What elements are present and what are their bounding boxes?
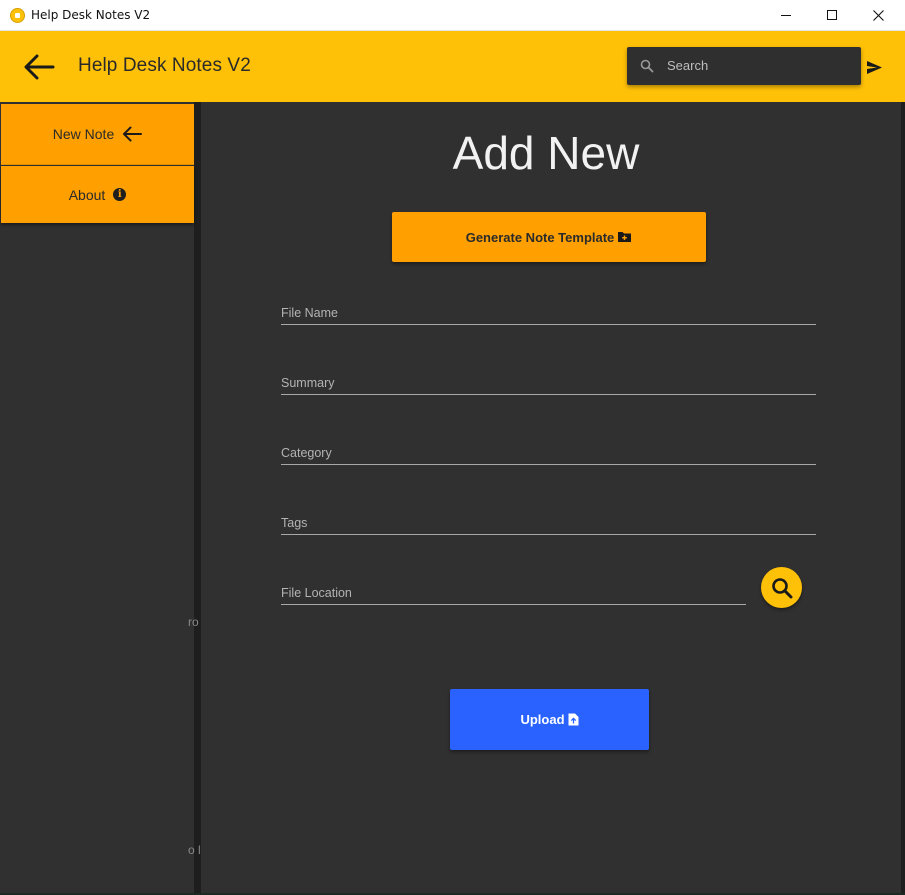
close-button[interactable] — [855, 0, 901, 30]
send-icon — [866, 60, 882, 74]
window-title: Help Desk Notes V2 — [31, 8, 151, 22]
page-title: Add New — [452, 127, 640, 179]
search-input[interactable] — [667, 55, 852, 75]
button-label: Upload — [520, 712, 565, 727]
info-icon: i — [113, 188, 127, 201]
search-box[interactable] — [627, 47, 861, 85]
category-input[interactable] — [281, 444, 816, 462]
minimize-button[interactable] — [763, 0, 809, 30]
summary-input[interactable] — [281, 374, 816, 392]
tags-input[interactable] — [281, 514, 816, 532]
folder-plus-icon — [618, 232, 632, 242]
app-header: Help Desk Notes V2 — [0, 31, 905, 102]
arrow-left-icon — [24, 54, 55, 80]
upload-button[interactable]: Upload — [450, 689, 649, 750]
sidebar-item-label: New Note — [52, 126, 115, 142]
close-icon — [872, 9, 884, 21]
file-name-input[interactable] — [281, 304, 816, 322]
background-text-fragment: ro — [188, 615, 199, 629]
background-text-fragment: o l — [188, 843, 201, 857]
sidebar-item-about[interactable]: About i — [1, 166, 194, 223]
file-name-field[interactable]: File Name — [281, 303, 816, 325]
generate-note-template-button[interactable]: Generate Note Template — [392, 212, 706, 262]
button-label: Generate Note Template — [465, 229, 615, 245]
back-button[interactable] — [20, 49, 58, 85]
tags-field[interactable]: Tags — [281, 513, 816, 535]
send-button[interactable] — [864, 58, 884, 76]
window-titlebar: Help Desk Notes V2 — [0, 0, 905, 31]
maximize-icon — [827, 10, 837, 20]
app-logo-icon — [10, 8, 25, 23]
sidebar-item-label: About — [68, 186, 106, 203]
summary-field[interactable]: Summary — [281, 373, 816, 395]
category-field[interactable]: Category — [281, 443, 816, 465]
maximize-button[interactable] — [809, 0, 855, 30]
app-title: Help Desk Notes V2 — [78, 55, 251, 76]
sidebar-item-new-note[interactable]: New Note — [1, 104, 194, 165]
search-icon — [771, 577, 792, 598]
minimize-icon — [781, 14, 791, 16]
search-icon — [640, 59, 654, 73]
file-upload-icon — [568, 713, 579, 726]
file-location-input[interactable] — [281, 584, 746, 602]
add-new-panel: Add New Generate Note Template File Name… — [201, 102, 901, 893]
browse-file-button[interactable] — [761, 567, 802, 608]
sidebar-divider — [194, 102, 201, 895]
arrow-left-icon — [123, 126, 143, 142]
file-location-field[interactable]: File Location — [281, 583, 746, 605]
